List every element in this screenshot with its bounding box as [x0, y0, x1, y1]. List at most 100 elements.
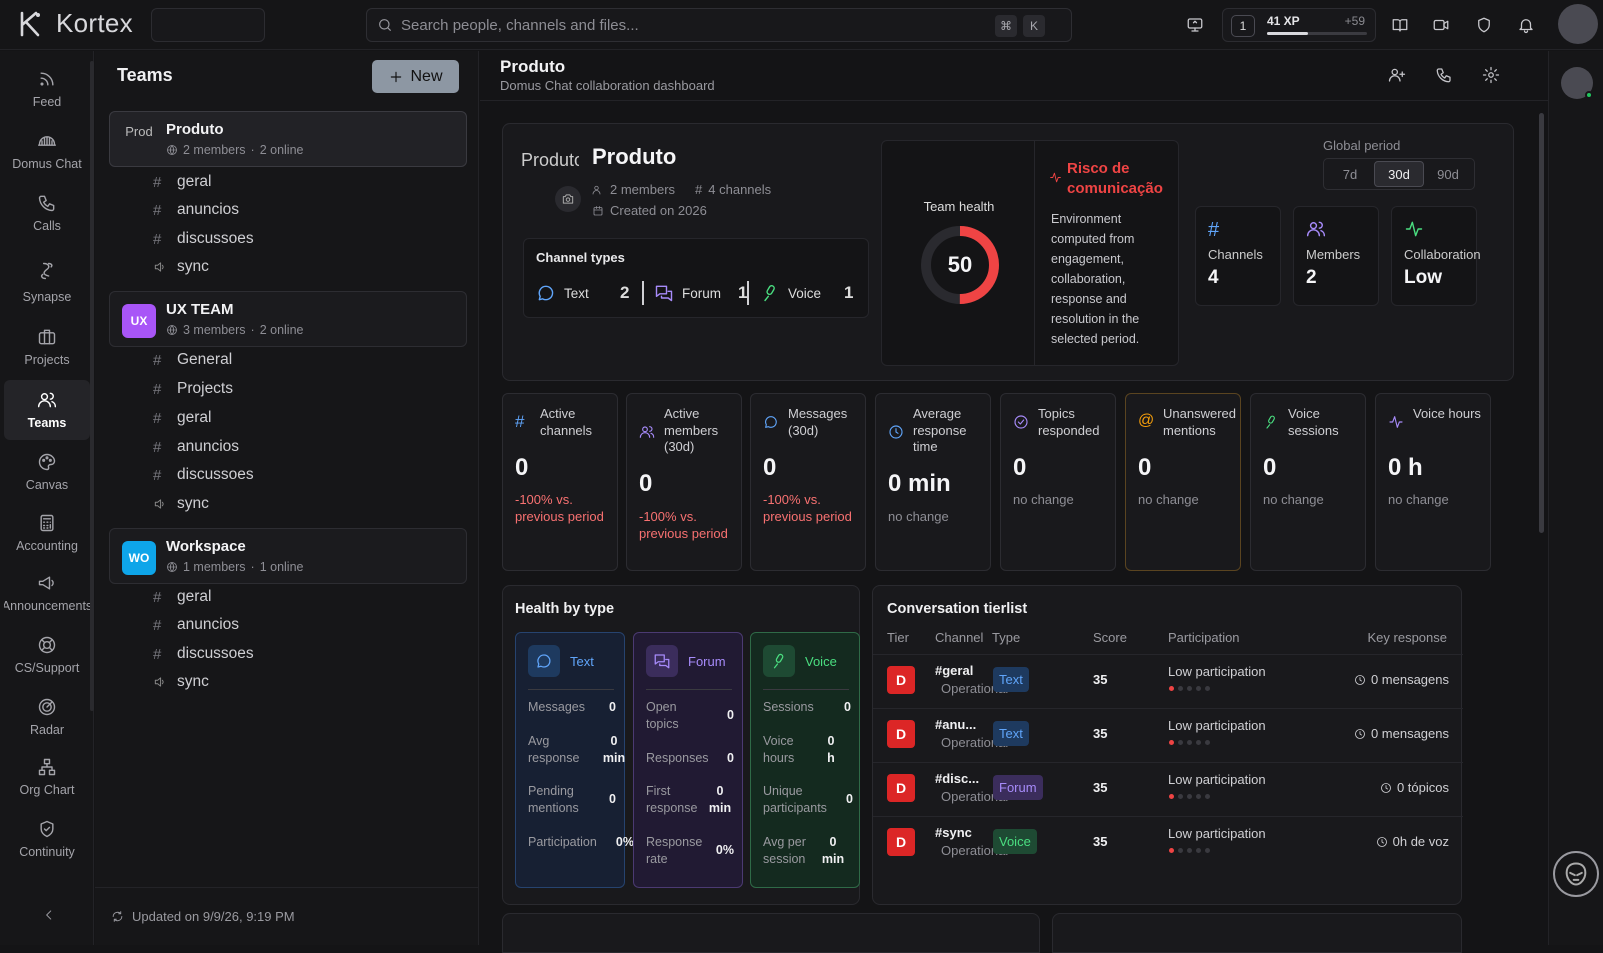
add-user-icon[interactable] — [1388, 66, 1406, 84]
tier-badge: D — [887, 720, 915, 748]
rail-item-projects[interactable]: Projects — [4, 317, 90, 377]
period-option-30d[interactable]: 30d — [1374, 161, 1424, 187]
col-header-key-response: Key response — [1367, 630, 1448, 645]
kpi-value: Low — [1404, 267, 1442, 288]
rail-item-org-chart[interactable]: Org Chart — [4, 747, 90, 807]
channel-item[interactable]: # discussoes — [153, 642, 254, 666]
xp-progress-bar — [1267, 32, 1367, 35]
rail-scrollbar[interactable] — [90, 61, 94, 711]
rail-item-accounting[interactable]: Accounting — [4, 503, 90, 563]
metric-label: Topics responded — [1038, 406, 1100, 438]
channel-item[interactable]: # geral — [153, 170, 211, 194]
globe-icon — [167, 562, 177, 572]
hash-icon: # — [153, 466, 162, 484]
search-input[interactable]: Search people, channels and files... — [401, 17, 639, 34]
screen-share-icon[interactable] — [1186, 16, 1204, 34]
rail-label: Canvas — [25, 478, 69, 492]
channel-item[interactable]: # geral — [153, 406, 211, 430]
rail-item-continuity[interactable]: Continuity — [4, 809, 90, 869]
rail-item-cs-support[interactable]: CS/Support — [4, 625, 90, 685]
score-value: 35 — [1093, 780, 1108, 795]
microphone-icon — [764, 285, 775, 302]
palette-icon — [38, 453, 56, 471]
tierlist-row[interactable]: D #geral Operational Text 35 Low partici… — [873, 654, 1463, 708]
main-header: Produto Domus Chat collaboration dashboa… — [480, 51, 1548, 101]
team-card-workspace[interactable]: WO Workspace 1 members · 1 online — [109, 528, 467, 584]
speaker-icon — [154, 677, 164, 687]
channel-name: sync — [177, 258, 209, 275]
participation-label: Low participation — [1168, 718, 1266, 733]
rail-item-synapse[interactable]: Synapse — [4, 251, 90, 311]
rail-item-feed[interactable]: Feed — [4, 59, 90, 119]
rail-item-domus-chat[interactable]: Domus Chat — [4, 121, 90, 181]
shield-icon[interactable] — [1475, 16, 1493, 34]
new-team-button[interactable]: New — [372, 60, 459, 93]
rail-item-teams[interactable]: Teams — [4, 380, 90, 440]
clock-icon — [889, 425, 903, 439]
channel-type-label: Voice — [788, 285, 822, 301]
team-card-ux-team[interactable]: UX UX TEAM 3 members · 2 online — [109, 291, 467, 347]
globe-icon — [167, 145, 177, 155]
xp-widget[interactable]: 1 41 XP +59 — [1222, 8, 1376, 42]
key-response: 0 mensagens — [1354, 726, 1449, 741]
team-card-produto[interactable]: Prod Produto 2 members · 2 online — [109, 111, 467, 167]
forum-icon — [655, 285, 673, 302]
kpi-members: Members 2 — [1293, 206, 1379, 306]
key-response: 0 tópicos — [1380, 780, 1449, 795]
main-scrollbar[interactable] — [1539, 113, 1544, 533]
gear-icon[interactable] — [1482, 66, 1500, 84]
column-title: Text — [570, 653, 594, 669]
channel-name: General — [177, 351, 233, 368]
channel-item[interactable]: # General — [153, 348, 232, 372]
tierlist-title: Conversation tierlist — [887, 601, 1028, 617]
participation-label: Low participation — [1168, 772, 1266, 787]
metric-value: 0 — [763, 454, 777, 481]
change-photo-button[interactable] — [555, 186, 581, 212]
rail-item-radar[interactable]: Radar — [4, 687, 90, 747]
health-donut: 50 — [918, 223, 1002, 307]
rail-item-calls[interactable]: Calls — [4, 183, 90, 243]
team-meta: 1 members · 1 online — [166, 560, 304, 574]
row-label: Messages — [528, 700, 585, 714]
assistant-bot-button[interactable] — [1553, 851, 1599, 897]
period-option-90d[interactable]: 90d — [1424, 161, 1472, 187]
participation-dots — [1169, 686, 1210, 691]
metric-delta: no change — [888, 509, 949, 524]
tierlist-row[interactable]: D #anu... Operational Text 35 Low partic… — [873, 708, 1463, 762]
teams-title: Teams — [117, 65, 173, 85]
rail-item-announcements[interactable]: Announcements — [4, 563, 90, 623]
tierlist-row[interactable]: D #disc... Operational Forum 35 Low part… — [873, 762, 1463, 816]
global-search[interactable]: Search people, channels and files... ⌘ K — [366, 8, 1072, 42]
channel-item[interactable]: # geral — [153, 585, 211, 609]
kpi-value: 2 — [1306, 267, 1317, 288]
book-icon[interactable] — [1391, 16, 1409, 34]
rail-item-canvas[interactable]: Canvas — [4, 442, 90, 502]
rail-label: Announcements — [4, 599, 90, 613]
teams-panel: Teams New Prod Produto 2 members · 2 onli… — [95, 51, 479, 945]
channel-name: geral — [177, 588, 212, 605]
tierlist-row[interactable]: D #sync Operational Voice 35 Low partici… — [873, 816, 1463, 870]
voice-channel-item[interactable]: sync — [153, 670, 209, 694]
workspace-selector[interactable] — [151, 8, 265, 42]
refresh-icon[interactable] — [111, 910, 124, 923]
channel-item[interactable]: # anuncios — [153, 613, 239, 637]
rail-label: Synapse — [22, 290, 72, 304]
bell-icon[interactable] — [1517, 16, 1535, 34]
channel-item[interactable]: # discussoes — [153, 463, 254, 487]
voice-channel-item[interactable]: sync — [153, 255, 209, 279]
user-avatar[interactable] — [1558, 4, 1598, 44]
team-avatar: Prod — [125, 124, 153, 139]
col-header-participation: Participation — [1168, 630, 1240, 645]
chevron-left-icon[interactable] — [42, 908, 56, 922]
divider — [642, 281, 644, 305]
app-logo[interactable]: Kortex — [18, 8, 133, 39]
channel-item[interactable]: # anuncios — [153, 435, 239, 459]
phone-icon[interactable] — [1435, 66, 1453, 84]
voice-channel-item[interactable]: sync — [153, 492, 209, 516]
health-column-forum: Forum Open topics 0 Responses 0 First resp… — [633, 632, 743, 888]
period-option-7d[interactable]: 7d — [1326, 161, 1374, 187]
channel-item[interactable]: # discussoes — [153, 227, 254, 251]
video-icon[interactable] — [1432, 16, 1450, 34]
channel-item[interactable]: # anuncios — [153, 198, 239, 222]
channel-item[interactable]: # Projects — [153, 377, 233, 401]
